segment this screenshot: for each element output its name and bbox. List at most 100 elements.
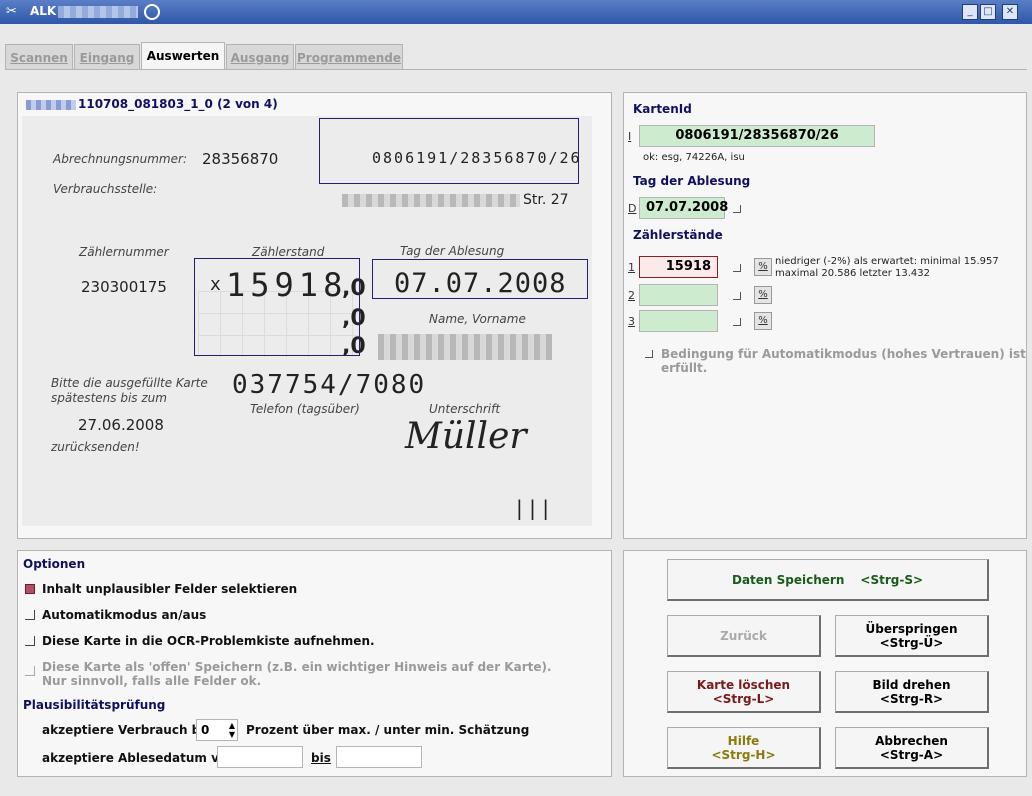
close-button[interactable]: ✕ [1002,4,1018,20]
help-button[interactable]: Hilfe <Strg-H> [667,727,821,769]
window-title: ALK [30,4,57,18]
tag-key: D [628,202,637,215]
save-button[interactable]: Daten Speichern <Strg-S> [667,559,989,601]
label-zaehlernummer: Zählernummer [79,245,169,259]
save-open-label-1: Diese Karte als 'offen' Speichern (z.B. … [42,660,552,674]
redacted-street [342,194,520,207]
verbrauch-suffix: Prozent über max. / unter min. Schätzung [246,723,530,737]
help-label: Hilfe [727,733,760,748]
automatik-checkbox[interactable] [25,610,35,620]
tab-scannen[interactable]: Scannen [5,44,73,70]
save-open-label-2: Nur sinnvoll, falls alle Felder ok. [42,674,262,688]
kartenid-status: ok: esg, 74226A, isu [643,152,745,163]
select-implausible-label: Inhalt unplausibler Felder selektieren [42,582,298,596]
verbrauch-spinbox[interactable]: 0 ▲ ▼ [196,719,238,741]
zaehler-field-1[interactable]: 15918 [639,256,718,278]
label-telefon: Telefon (tagsüber) [250,402,360,416]
minimize-button[interactable]: _ [962,4,978,20]
back-button[interactable]: Zurück [667,615,821,657]
spin-arrows-icon[interactable]: ▲ ▼ [229,721,235,739]
ocr-box-kartenid [319,118,579,184]
rotate-shortcut: <Strg-R> [879,691,944,706]
signature: Müller [405,416,527,457]
title-bar: ✂ ALK _ □ ✕ [0,0,1032,24]
value-zaehlernummer: 230300175 [81,278,167,296]
value-abrechnungsnummer: 28356870 [202,150,279,168]
datum-bis-label: bis [311,751,331,765]
tab-divider [5,69,1027,70]
delete-shortcut: <Strg-L> [712,691,775,706]
label-abrechnungsnummer: Abrechnungsnummer: [53,152,187,166]
verbrauch-value: 0 [201,723,210,737]
skip-label: Überspringen [865,621,958,636]
cancel-label: Abbrechen [875,733,948,748]
rotate-image-button[interactable]: Bild drehen <Strg-R> [835,671,989,713]
bitte-text-2: spätestens bis zum [51,391,167,405]
kartenid-key: I [628,130,632,143]
bitte-text-1: Bitte die ausgefüllte Karte [51,376,208,390]
datum-label: akzeptiere Ablesedatum von [42,751,236,765]
row1-key: 1 [628,261,635,274]
row2-percent-button[interactable]: % [754,286,772,304]
cancel-shortcut: <Strg-A> [879,747,944,762]
label-name: Name, Vorname [429,312,526,326]
redacted-title [58,6,138,18]
tab-eingang[interactable]: Eingang [74,44,140,70]
ocr-problem-checkbox[interactable] [25,636,35,646]
row2-key: 2 [628,289,635,302]
spiral-icon [144,4,160,20]
automatik-label: Automatikmodus an/aus [42,608,207,622]
tag-checkbox[interactable] [733,205,741,213]
row1-percent-button[interactable]: % [754,258,772,276]
back-label: Zurück [720,628,767,643]
ocr-box-zaehlerstand [194,258,360,356]
tab-auswerten[interactable]: Auswerten [141,42,225,70]
rotate-label: Bild drehen [872,677,951,692]
street-suffix: Str. 27 [523,192,569,208]
tab-programmende[interactable]: Programmende [295,44,403,70]
card-marks: | | | [516,496,549,520]
tag-heading: Tag der Ablesung [633,174,751,188]
label-tag: Tag der Ablesung [400,244,505,258]
row3-percent-button[interactable]: % [754,312,772,330]
handwritten-telefon: 037754/7080 [232,370,427,400]
automatik-condition-label: Bedingung für Automatikmodus (hohes Vert… [661,347,1026,375]
scan-title: 110708_081803_1_0 (2 von 4) [26,97,278,111]
skip-button[interactable]: Überspringen <Strg-Ü> [835,615,989,657]
automatik-condition-checkbox[interactable] [645,350,653,358]
row3-checkbox[interactable] [733,318,741,326]
select-implausible-checkbox[interactable] [25,584,35,594]
label-zaehlerstand: Zählerstand [252,245,325,259]
row2-checkbox[interactable] [733,292,741,300]
tag-field[interactable]: 07.07.2008 [639,197,728,219]
tab-ausgang[interactable]: Ausgang [226,44,294,70]
zaehler-heading: Zählerstände [633,228,723,242]
zaehler-field-3[interactable] [639,310,718,332]
delete-card-button[interactable]: Karte löschen <Strg-L> [667,671,821,713]
row3-key: 3 [628,315,635,328]
save-open-checkbox[interactable] [25,666,35,676]
save-label: Daten Speichern [731,572,845,587]
app-icon: ✂ [6,4,17,19]
kartenid-heading: KartenId [633,102,692,116]
row1-checkbox[interactable] [733,264,741,272]
save-shortcut: <Strg-S> [860,572,924,587]
maximize-button[interactable]: □ [980,4,996,20]
ocr-problem-label: Diese Karte in die OCR-Problemkiste aufn… [42,634,375,648]
datum-to-input[interactable] [336,746,422,768]
ocr-box-tag [372,259,588,299]
hint-line-1: niedriger (-2%) als erwartet: minimal 15… [775,256,999,267]
datum-from-input[interactable] [217,746,303,768]
label-verbrauchsstelle: Verbrauchsstelle: [53,182,158,196]
kartenid-field[interactable]: 0806191/28356870/26 [639,125,875,147]
help-shortcut: <Strg-H> [711,747,776,762]
zaehler-field-2[interactable] [639,284,718,306]
options-heading: Optionen [23,557,86,571]
cancel-button[interactable]: Abbrechen <Strg-A> [835,727,989,769]
skip-shortcut: <Strg-Ü> [879,635,944,650]
plaus-heading: Plausibilitätsprüfung [23,698,166,712]
hint-line-2: maximal 20.586 letzter 13.432 [775,268,931,279]
delete-label: Karte löschen [696,677,791,692]
zuruecksenden-text: zurücksenden! [51,440,140,454]
label-unterschrift: Unterschrift [429,402,501,416]
